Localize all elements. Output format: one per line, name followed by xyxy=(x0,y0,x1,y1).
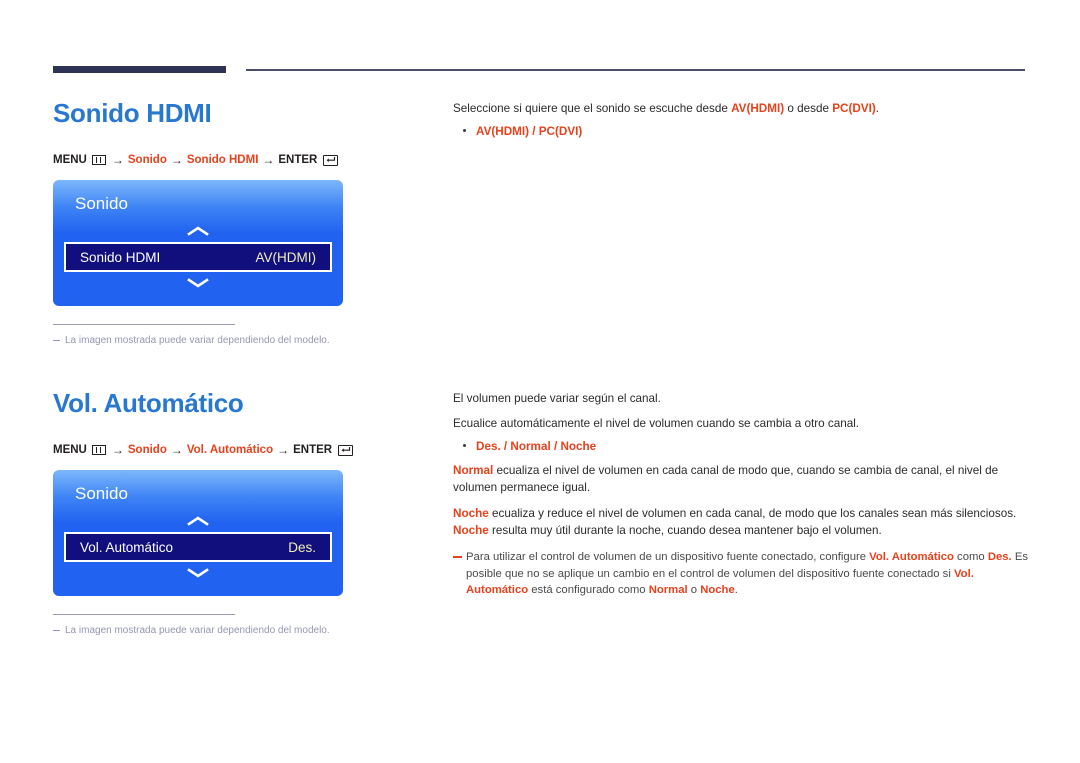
description-sonido-hdmi: Seleccione si quiere que el sonido se es… xyxy=(453,100,1033,144)
intro-text-mid: o desde xyxy=(784,102,833,115)
section-2-title-wrap: Vol. Automático xyxy=(53,390,244,416)
menu-label: MENU xyxy=(53,154,87,166)
note-text-e: o xyxy=(687,583,701,596)
footnote-block-1: La imagen mostrada puede variar dependie… xyxy=(53,324,343,347)
hl-noche-1: Noche xyxy=(453,507,489,521)
intro-hl-pcdvi: PC(DVI) xyxy=(832,102,876,115)
paragraph-normal: Normal ecualiza el nivel de volumen en c… xyxy=(453,463,1033,497)
path-arrow-3: → xyxy=(277,443,290,457)
path-arrow-1: → xyxy=(111,153,124,167)
intro-hl-avhdmi: AV(HDMI) xyxy=(731,102,785,115)
menu-path-step-vol-automatico: Vol. Automático xyxy=(186,444,274,456)
page-title-sonido-hdmi: Sonido HDMI xyxy=(53,98,212,128)
enter-return-icon xyxy=(338,444,354,456)
footnote-dash-icon xyxy=(53,630,60,631)
tv-row-value: AV(HDMI) xyxy=(255,249,317,265)
header-rule-thin xyxy=(246,69,1025,71)
section-1-title-wrap: Sonido HDMI xyxy=(53,98,212,128)
enter-label: ENTER xyxy=(293,444,333,456)
option-bullet-vol-automatico: Des. / Normal / Noche xyxy=(463,440,1033,453)
note-text-d: está configurado como xyxy=(528,583,649,596)
option-bullet-sonido-hdmi: AV(HDMI) / PC(DVI) xyxy=(463,125,1033,138)
description-vol-automatico: El volumen puede variar según el canal. … xyxy=(453,390,1033,598)
enter-label: ENTER xyxy=(278,154,318,166)
footnote-text: La imagen mostrada puede variar dependie… xyxy=(65,625,330,636)
menu-label: MENU xyxy=(53,444,87,456)
note-body: Para utilizar el control de volumen de u… xyxy=(466,549,1033,598)
option-list-values: Des. / Normal / Noche xyxy=(476,440,597,454)
menu-path-step-sonido: Sonido xyxy=(127,154,167,166)
menu-path-step-sonido: Sonido xyxy=(127,444,167,456)
note-vol-automatico: Para utilizar el control de volumen de u… xyxy=(453,549,1033,598)
paragraph-noche-rest: resulta muy útil durante la noche, cuand… xyxy=(488,524,882,538)
menu-grid-icon xyxy=(91,155,106,165)
path-arrow-2: → xyxy=(170,443,183,457)
note-hl-des: Des. xyxy=(987,551,1012,564)
menu-path-step-sonido-hdmi: Sonido HDMI xyxy=(186,154,259,166)
tv-box-title: Sonido xyxy=(75,194,128,213)
menu-path-sonido-hdmi: MENU → Sonido → Sonido HDMI → ENTER xyxy=(53,153,339,167)
paragraph-noche-mid: ecualiza y reduce el nivel de volumen en… xyxy=(488,507,1017,521)
paragraph-noche: Noche ecualiza y reduce el nivel de volu… xyxy=(453,506,1033,540)
tv-menu-row-selected[interactable]: Vol. Automático Des. xyxy=(64,532,332,562)
document-page: Sonido HDMI MENU → Sonido → Sonido HDMI … xyxy=(0,0,1080,763)
intro-text-post: . xyxy=(875,102,879,115)
tv-row-label: Sonido HDMI xyxy=(80,249,161,265)
tv-menu-box-vol-automatico: Sonido Vol. Automático Des. xyxy=(53,470,343,596)
footnote-block-2: La imagen mostrada puede variar dependie… xyxy=(53,614,343,637)
chevron-up-icon[interactable] xyxy=(53,510,343,532)
path-arrow-3: → xyxy=(262,153,275,167)
note-text-a: Para utilizar el control de volumen de u… xyxy=(466,551,870,564)
note-hl-noche: Noche xyxy=(700,583,735,596)
hl-noche-2: Noche xyxy=(453,524,489,538)
vol-line-1: El volumen puede variar según el canal. xyxy=(453,392,661,405)
tv-menu-box-sonido-hdmi: Sonido Sonido HDMI AV(HDMI) xyxy=(53,180,343,306)
option-list-values: AV(HDMI) / PC(DVI) xyxy=(476,125,583,139)
note-hl-vol-auto-1: Vol. Automático xyxy=(869,551,954,564)
vol-line-2: Ecualice automáticamente el nivel de vol… xyxy=(453,417,860,431)
enter-return-icon xyxy=(323,154,339,166)
intro-text-pre: Seleccione si quiere que el sonido se es… xyxy=(453,102,732,115)
header-rule-thick xyxy=(53,66,226,73)
chevron-up-icon[interactable] xyxy=(53,220,343,242)
footnote-divider xyxy=(53,614,235,615)
bullet-dot-icon xyxy=(463,129,466,133)
note-dash-icon xyxy=(453,556,462,559)
hl-normal: Normal xyxy=(453,464,494,478)
page-title-vol-automatico: Vol. Automático xyxy=(53,388,244,418)
tv-row-label: Vol. Automático xyxy=(80,539,174,555)
footnote-2: La imagen mostrada puede variar dependie… xyxy=(53,624,343,637)
menu-grid-icon xyxy=(91,445,106,455)
bullet-dot-icon xyxy=(463,444,466,448)
path-arrow-1: → xyxy=(111,443,124,457)
tv-row-value: Des. xyxy=(288,539,316,555)
intro-paragraph: Seleccione si quiere que el sonido se es… xyxy=(453,100,1033,118)
chevron-down-icon[interactable] xyxy=(53,562,343,584)
paragraph-normal-text: ecualiza el nivel de volumen en cada can… xyxy=(453,464,999,495)
footnote-dash-icon xyxy=(53,340,60,341)
footnote-1: La imagen mostrada puede variar dependie… xyxy=(53,334,343,347)
menu-path-vol-automatico: MENU → Sonido → Vol. Automático → ENTER xyxy=(53,443,354,457)
tv-menu-row-selected[interactable]: Sonido HDMI AV(HDMI) xyxy=(64,242,332,272)
note-text-f: . xyxy=(734,583,738,596)
path-arrow-2: → xyxy=(170,153,183,167)
footnote-text: La imagen mostrada puede variar dependie… xyxy=(65,335,330,346)
chevron-down-icon[interactable] xyxy=(53,272,343,294)
footnote-divider xyxy=(53,324,235,325)
tv-box-title: Sonido xyxy=(75,484,128,503)
note-hl-normal: Normal xyxy=(648,583,688,596)
note-text-b: como xyxy=(953,551,988,564)
